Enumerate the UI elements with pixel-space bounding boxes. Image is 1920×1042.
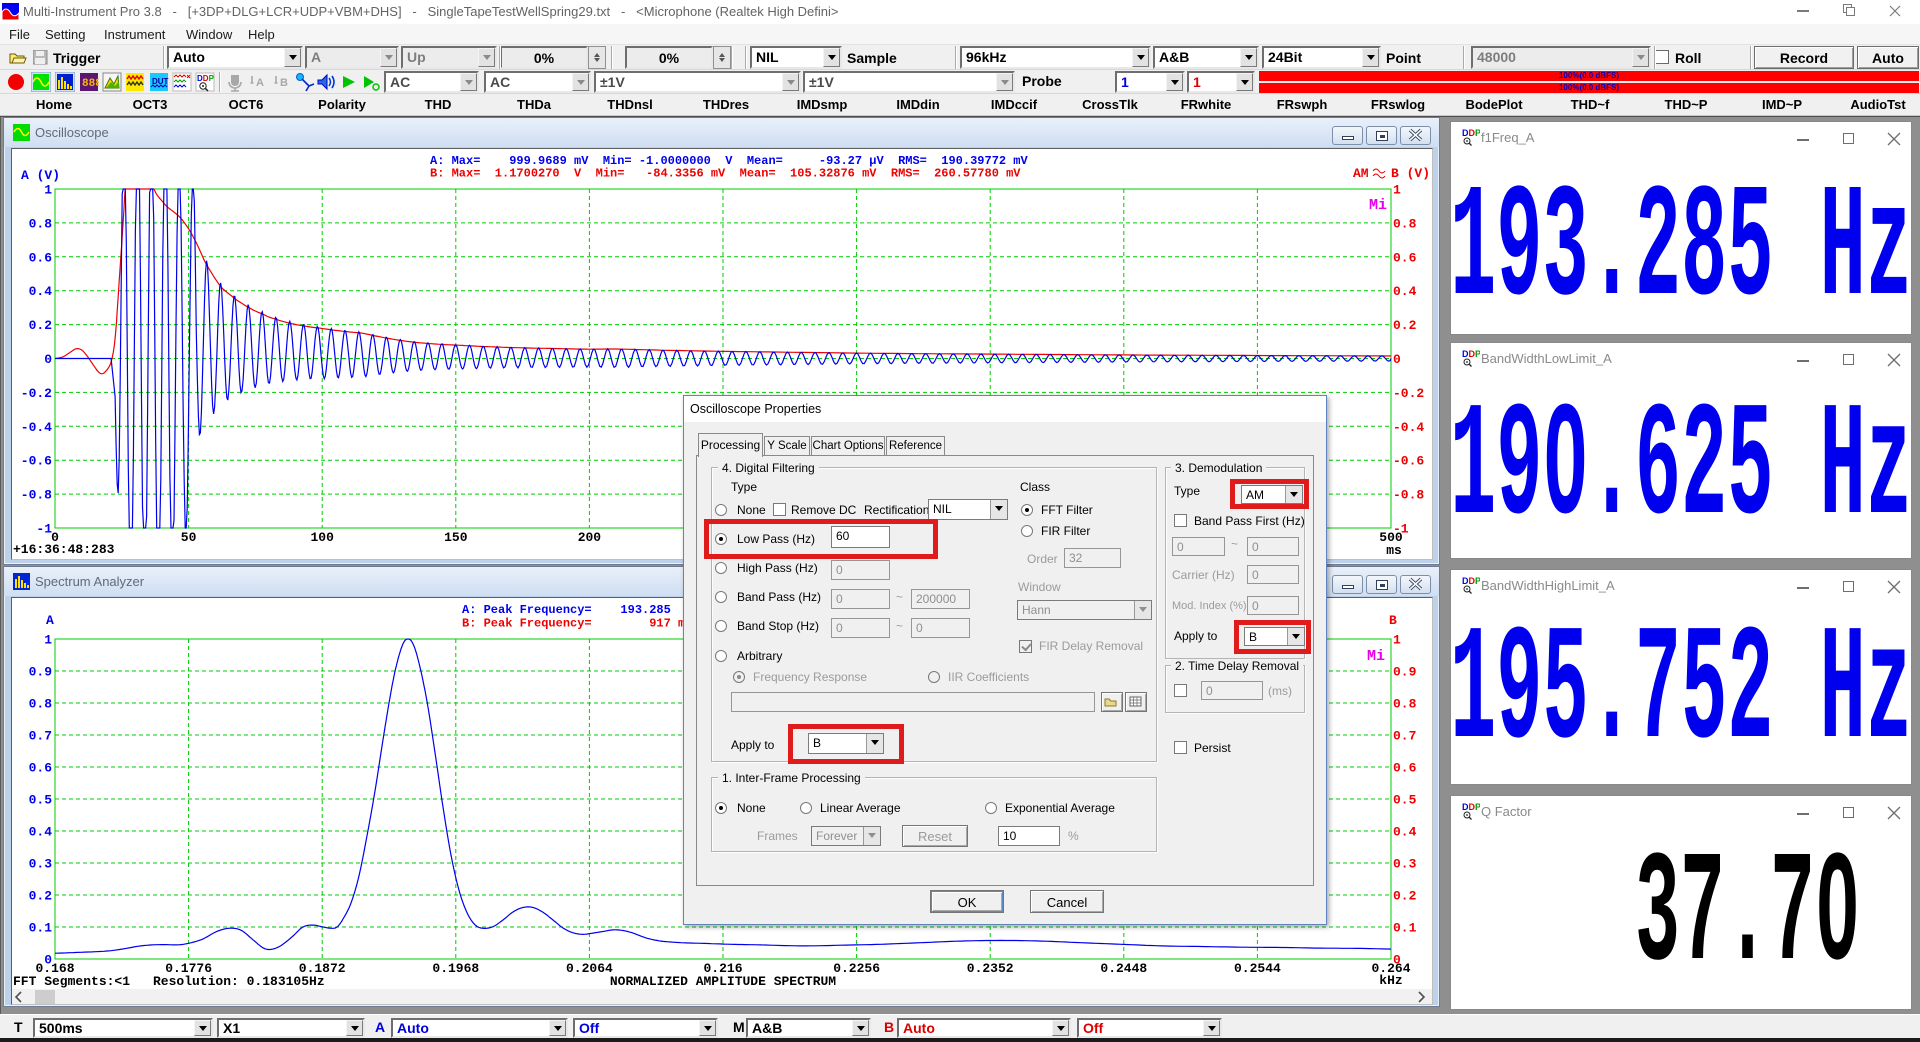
svg-text:kHz: kHz [1379,973,1402,988]
svg-text:-0.6: -0.6 [21,454,52,469]
svg-text:A: Peak Frequency= 193.285: A: Peak Frequency= 193.285 Hz [462,603,700,617]
svg-text:-0.4: -0.4 [1393,420,1424,435]
svg-text:-0.8: -0.8 [21,488,52,503]
svg-text:-1: -1 [36,522,52,537]
svg-text:B: B [1389,613,1397,628]
svg-text:0.2: 0.2 [29,318,53,333]
svg-text:0.1: 0.1 [29,921,53,936]
svg-text:DDP: DDP [197,74,215,83]
svg-text:0.8: 0.8 [29,697,53,712]
svg-text:0.9: 0.9 [1393,665,1417,680]
svg-text:AM: AM [1353,166,1369,181]
svg-text:0.1968: 0.1968 [432,961,479,976]
svg-text:FFT Segments:<1: FFT Segments:<1 [13,974,130,989]
svg-text:0.5: 0.5 [1393,793,1417,808]
svg-text:0.5: 0.5 [29,793,53,808]
svg-text:0.4: 0.4 [1393,825,1417,840]
svg-text:Resolution: 0.183105Hz: Resolution: 0.183105Hz [153,974,325,989]
svg-text:ms: ms [1386,543,1402,558]
svg-text:0.7: 0.7 [1393,729,1416,744]
svg-text:B: Max= 1.1700270 V Min=: B: Max= 1.1700270 V Min= -84.3356 mV Mea… [430,167,1021,181]
svg-text:NORMALIZED AMPLITUDE SPECTRUM: NORMALIZED AMPLITUDE SPECTRUM [610,974,836,989]
svg-text:0.6: 0.6 [1393,761,1417,776]
svg-text:1: 1 [1393,633,1401,648]
svg-text:0.1: 0.1 [1393,921,1417,936]
svg-text:A (V): A (V) [21,168,60,183]
svg-text:50: 50 [181,530,197,545]
svg-text:0.9: 0.9 [29,665,53,680]
svg-text:0.2064: 0.2064 [566,961,613,976]
svg-text:193.285 Hz: 193.285 Hz [1451,159,1911,335]
svg-text:0.4: 0.4 [1393,284,1417,299]
svg-text:Mi: Mi [1367,648,1385,665]
svg-text:-0.6: -0.6 [1393,454,1424,469]
svg-text:0.6: 0.6 [1393,250,1417,265]
svg-text:150: 150 [444,530,468,545]
svg-text:-0.4: -0.4 [21,420,52,435]
svg-text:1: 1 [44,633,52,648]
svg-text:B: B [280,77,288,89]
svg-text:100: 100 [310,530,334,545]
svg-text:0.6: 0.6 [29,761,53,776]
svg-text:0.2: 0.2 [29,889,53,904]
svg-text:0: 0 [1393,352,1401,367]
svg-text:0.7: 0.7 [29,729,52,744]
svg-text:A: A [256,77,264,89]
svg-text:190.625 Hz: 190.625 Hz [1451,378,1911,556]
svg-text:0.6: 0.6 [29,250,53,265]
svg-text:-0.8: -0.8 [1393,488,1424,503]
svg-text:0.2256: 0.2256 [833,961,880,976]
svg-text:0.2544: 0.2544 [1234,961,1281,976]
svg-text:0.2: 0.2 [1393,318,1417,333]
svg-text:37.70: 37.70 [1635,828,1860,1007]
svg-text:B (V): B (V) [1391,166,1430,181]
svg-text:0: 0 [44,352,52,367]
svg-text:0.8: 0.8 [29,216,53,231]
svg-text:Mi: Mi [1369,197,1387,214]
svg-text:0.8: 0.8 [1393,697,1417,712]
svg-text:A: A [46,613,54,628]
svg-text:195.752 Hz: 195.752 Hz [1451,600,1911,783]
svg-text:B: Peak Frequency= 917: B: Peak Frequency= 917 mHz [462,617,700,631]
svg-text:888: 888 [82,78,99,90]
svg-text:0.2352: 0.2352 [967,961,1014,976]
svg-text:0.3: 0.3 [29,857,53,872]
svg-text:0.8: 0.8 [1393,216,1417,231]
svg-text:0.3: 0.3 [1393,857,1417,872]
svg-text:+16:36:48:283: +16:36:48:283 [13,542,115,557]
svg-text:0.2: 0.2 [1393,889,1417,904]
svg-text:-0.2: -0.2 [1393,386,1424,401]
svg-text:-0.2: -0.2 [21,386,52,401]
svg-text:1: 1 [44,183,52,198]
svg-text:0.2448: 0.2448 [1100,961,1147,976]
svg-text:200: 200 [578,530,602,545]
svg-text:0.4: 0.4 [29,825,53,840]
svg-text:0.4: 0.4 [29,284,53,299]
svg-text:DUT: DUT [152,77,169,86]
svg-text:1: 1 [1393,183,1401,198]
